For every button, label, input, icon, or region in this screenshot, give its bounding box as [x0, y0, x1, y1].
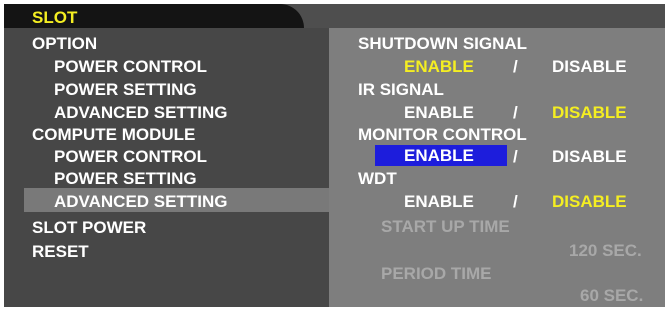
start-up-time-value: 120 SEC.: [569, 241, 642, 260]
start-up-time-label: START UP TIME: [381, 217, 510, 236]
monitor-control-separator: /: [513, 147, 518, 166]
wdt-enable-option[interactable]: ENABLE: [404, 192, 474, 212]
ir-signal-separator: /: [513, 103, 518, 122]
monitor-control-enable-option[interactable]: ENABLE: [404, 146, 474, 166]
wdt-label: WDT: [358, 169, 397, 188]
menu-item-cm-advanced-setting[interactable]: ADVANCED SETTING: [54, 192, 227, 212]
menu-item-slot-power[interactable]: SLOT POWER: [32, 218, 146, 238]
menu-item-option-advanced-setting[interactable]: ADVANCED SETTING: [54, 103, 227, 123]
menu-item-reset[interactable]: RESET: [32, 242, 89, 262]
monitor-control-disable-option[interactable]: DISABLE: [552, 147, 627, 167]
shutdown-signal-enable-option[interactable]: ENABLE: [404, 57, 474, 77]
shutdown-signal-separator: /: [513, 57, 518, 76]
tab-slot[interactable]: SLOT: [32, 8, 77, 28]
monitor-control-label: MONITOR CONTROL: [358, 125, 527, 144]
menu-item-option[interactable]: OPTION: [32, 34, 97, 54]
ir-signal-disable-option[interactable]: DISABLE: [552, 103, 627, 123]
period-time-value: 60 SEC.: [580, 286, 644, 305]
shutdown-signal-label: SHUTDOWN SIGNAL: [358, 34, 528, 53]
menu-item-cm-power-setting[interactable]: POWER SETTING: [54, 169, 197, 189]
wdt-separator: /: [513, 192, 518, 211]
menu-item-compute-module[interactable]: COMPUTE MODULE: [32, 125, 195, 145]
menu-item-option-power-control[interactable]: POWER CONTROL: [54, 57, 207, 77]
wdt-disable-option[interactable]: DISABLE: [552, 192, 627, 212]
ir-signal-label: IR SIGNAL: [358, 80, 444, 99]
ir-signal-enable-option[interactable]: ENABLE: [404, 103, 474, 123]
shutdown-signal-disable-option[interactable]: DISABLE: [552, 57, 627, 77]
menu-item-cm-power-control[interactable]: POWER CONTROL: [54, 147, 207, 167]
period-time-label: PERIOD TIME: [381, 264, 492, 283]
menu-item-option-power-setting[interactable]: POWER SETTING: [54, 80, 197, 100]
